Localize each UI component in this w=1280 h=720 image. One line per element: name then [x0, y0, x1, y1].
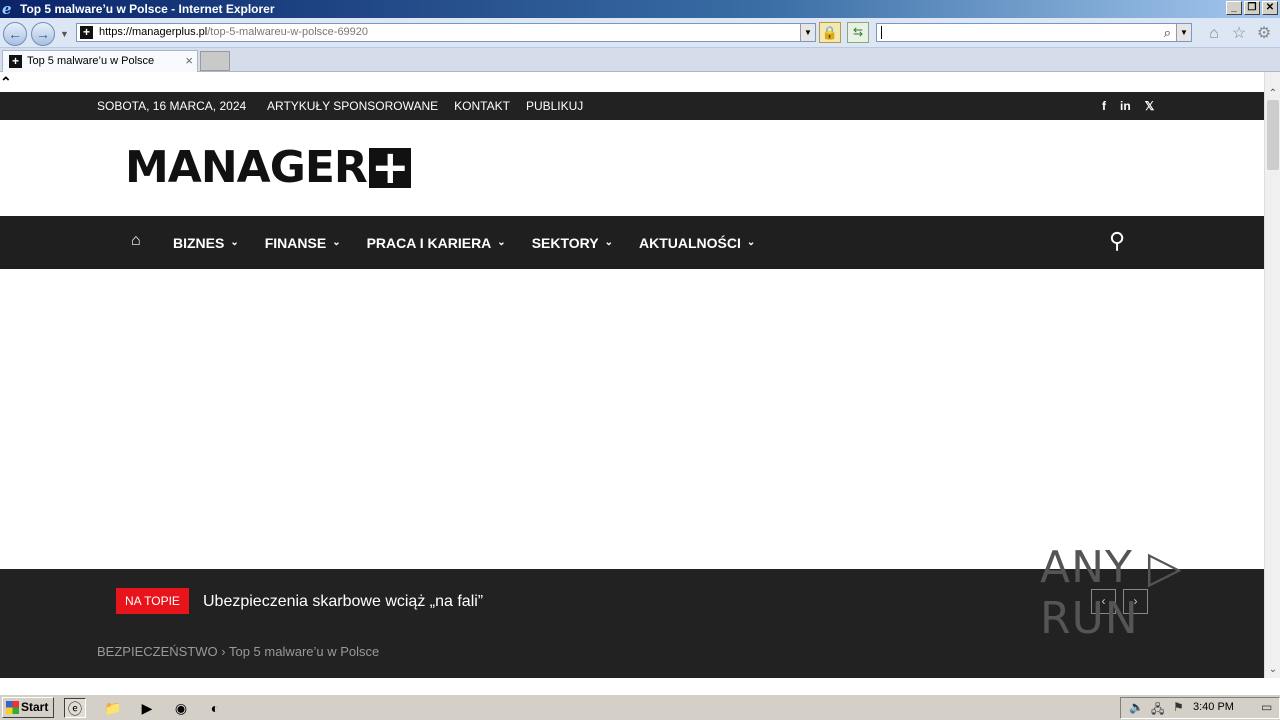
window-controls: _ ❐ ✕: [1226, 1, 1278, 15]
site-topbar: SOBOTA, 16 MARCA, 2024 ARTYKUŁY SPONSORO…: [0, 92, 1264, 120]
chevron-down-icon: ⌄: [604, 237, 613, 248]
home-icon[interactable]: ⌂: [131, 232, 141, 250]
address-bar[interactable]: + https://managerplus.pl/top-5-malwareu-…: [76, 23, 816, 42]
history-dropdown-icon[interactable]: ▼: [60, 29, 69, 39]
link-sponsored-articles[interactable]: ARTYKUŁY SPONSOROWANE: [267, 92, 438, 120]
search-icon[interactable]: ⌕: [1164, 25, 1171, 41]
tab-title: Top 5 malware’u w Polsce: [27, 55, 155, 67]
search-icon[interactable]: ⚲: [1109, 228, 1125, 254]
back-button[interactable]: ←: [3, 22, 27, 46]
tab-favicon-icon: +: [9, 55, 22, 68]
text-caret: [881, 26, 882, 39]
restore-button[interactable]: ❐: [1244, 1, 1260, 15]
chrome-icon[interactable]: ◉: [170, 698, 192, 718]
window-titlebar: e Top 5 malware’u w Polsce - Internet Ex…: [0, 0, 1280, 18]
browser-navbar: ← → ▼ + https://managerplus.pl/top-5-mal…: [0, 18, 1280, 48]
address-path: /top-5-malwareu-w-polsce-69920: [207, 26, 369, 38]
favorites-star-icon[interactable]: ☆: [1230, 25, 1248, 43]
nav-item-sektory[interactable]: SEKTORY ⌄: [532, 235, 613, 251]
show-desktop-icon[interactable]: ▭: [1261, 700, 1272, 714]
trending-badge: NA TOPIE: [116, 588, 189, 614]
logo-plus-icon: +: [368, 144, 411, 190]
edge-icon[interactable]: ◐: [204, 698, 226, 718]
logo-text: MANAGER: [125, 142, 368, 193]
internet-explorer-icon: e: [2, 0, 12, 18]
nav-item-biznes[interactable]: BIZNES ⌄: [173, 235, 239, 251]
link-publish[interactable]: PUBLIKUJ: [526, 92, 583, 120]
gear-icon[interactable]: ⚙: [1255, 25, 1273, 43]
facebook-icon[interactable]: f: [1102, 92, 1106, 120]
social-links: f in 𝕏: [1102, 92, 1154, 120]
linkedin-icon[interactable]: in: [1120, 92, 1131, 120]
breadcrumb: BEZPIECZEŃSTWO › Top 5 malware’u w Polsc…: [97, 644, 379, 659]
security-lock-icon[interactable]: 🔒: [819, 22, 841, 43]
clock[interactable]: 3:40 PM: [1193, 701, 1234, 713]
address-dropdown-icon[interactable]: ▼: [800, 24, 815, 41]
chevron-down-icon: ⌄: [746, 237, 756, 248]
main-navigation: ⌂ BIZNES ⌄ FINANSE ⌄ PRACA I KARIERA ⌄ SEKT…: [0, 216, 1264, 269]
refresh-button[interactable]: ⇆: [847, 22, 869, 43]
ticker-headline[interactable]: Ubezpieczenia skarbowe wciąż „na fali”: [203, 593, 483, 611]
anyrun-watermark: ANY ▷ RUN: [1040, 542, 1183, 644]
search-dropdown-icon[interactable]: ▼: [1176, 24, 1191, 41]
current-date: SOBOTA, 16 MARCA, 2024: [97, 99, 247, 113]
nav-item-aktualnosci[interactable]: AKTUALNOŚCI ⌄: [639, 235, 755, 251]
breadcrumb-current: Top 5 malware’u w Polsce: [228, 644, 380, 659]
chevron-down-icon: ⌄: [332, 237, 341, 248]
close-tab-icon[interactable]: ×: [185, 51, 193, 71]
scroll-thumb[interactable]: [1267, 100, 1279, 170]
site-favicon-icon: +: [80, 26, 93, 39]
nav-item-label: SEKTORY: [531, 234, 599, 251]
close-window-button[interactable]: ✕: [1262, 1, 1278, 15]
flag-icon[interactable]: ⚑: [1173, 700, 1184, 714]
tab-bar: + Top 5 malware’u w Polsce ×: [0, 48, 1280, 72]
nav-item-label: PRACA I KARIERA: [366, 234, 492, 251]
nav-item-praca-i-kariera[interactable]: PRACA I KARIERA ⌄: [367, 235, 506, 251]
site-logo[interactable]: MANAGER +: [125, 142, 411, 193]
chevron-down-icon: ⌄: [230, 237, 239, 248]
internet-explorer-taskbar-icon[interactable]: ⓔ: [64, 698, 86, 718]
minimize-button[interactable]: _: [1226, 1, 1242, 15]
nav-item-label: FINANSE: [264, 234, 327, 251]
windows-logo-icon: [6, 701, 19, 714]
window-title: Top 5 malware’u w Polsce - Internet Expl…: [20, 2, 275, 16]
folder-icon[interactable]: 📁: [102, 698, 124, 718]
page-scrollbar[interactable]: ⌃ ⌄: [1264, 72, 1280, 678]
start-label: Start: [21, 700, 49, 714]
media-player-icon[interactable]: ▶: [136, 698, 158, 718]
breadcrumb-separator: ›: [221, 644, 226, 659]
chevron-down-icon: ⌄: [497, 237, 506, 248]
volume-icon[interactable]: 🔈: [1129, 700, 1144, 714]
windows-taskbar: Start ⓔ 📁 ▶ ◉ ◐ 🔈 🖧 ⚑ 3:40 PM ▭: [0, 694, 1280, 720]
collapse-caret-icon[interactable]: ⌃: [0, 74, 12, 91]
home-icon[interactable]: ⌂: [1205, 25, 1223, 43]
nav-menu: BIZNES ⌄ FINANSE ⌄ PRACA I KARIERA ⌄ SEKTOR…: [173, 216, 755, 269]
system-tray: 🔈 🖧 ⚑ 3:40 PM ▭: [1120, 697, 1280, 719]
x-twitter-icon[interactable]: 𝕏: [1145, 92, 1155, 120]
link-contact[interactable]: KONTAKT: [454, 92, 510, 120]
breadcrumb-category[interactable]: BEZPIECZEŃSTWO: [97, 644, 218, 659]
forward-button[interactable]: →: [31, 22, 55, 46]
nav-item-label: BIZNES: [173, 234, 225, 251]
nav-item-finanse[interactable]: FINANSE ⌄: [265, 235, 341, 251]
topbar-links: ARTYKUŁY SPONSOROWANE KONTAKT PUBLIKUJ: [267, 92, 583, 120]
start-button[interactable]: Start: [2, 697, 54, 718]
address-host: https://managerplus.pl: [99, 26, 208, 38]
nav-item-label: AKTUALNOŚCI: [638, 234, 741, 251]
tab-active[interactable]: + Top 5 malware’u w Polsce ×: [2, 50, 198, 72]
scroll-down-icon[interactable]: ⌄: [1265, 662, 1280, 678]
search-input[interactable]: ⌕ ▼: [876, 23, 1192, 42]
new-tab-button[interactable]: [200, 51, 230, 71]
network-icon[interactable]: 🖧: [1151, 700, 1164, 720]
